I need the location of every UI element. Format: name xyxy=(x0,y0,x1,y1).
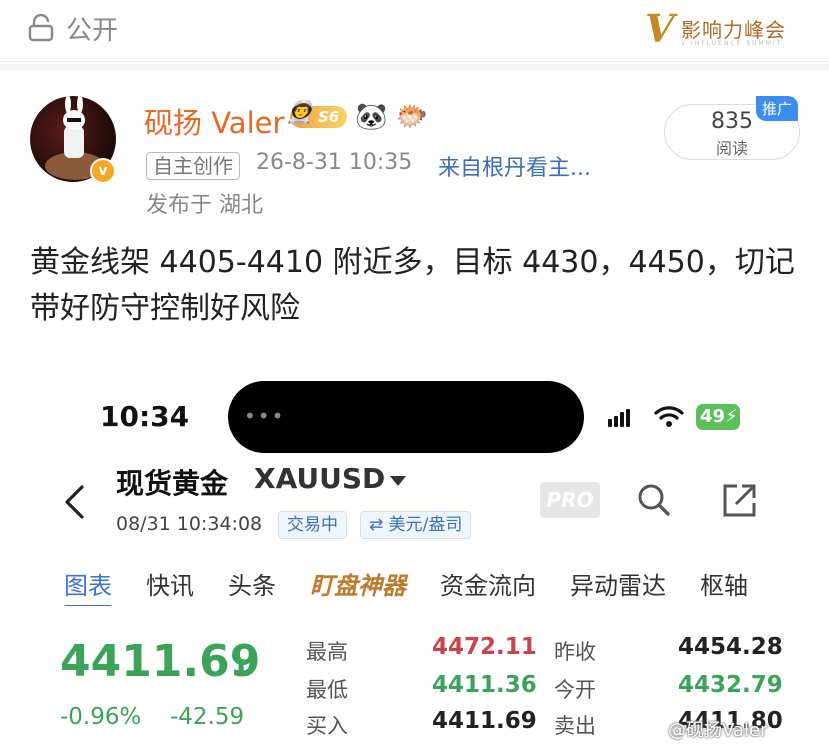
tab-flash-news[interactable]: 快讯 xyxy=(146,566,194,601)
back-arrow-icon[interactable] xyxy=(62,484,86,520)
pufferfish-icon[interactable]: 🐡 xyxy=(396,102,428,132)
chevron-down-icon[interactable] xyxy=(390,476,406,486)
search-icon[interactable] xyxy=(636,482,672,518)
user-badges: 👨‍🚀 S6 🐼 🐡 xyxy=(286,100,428,132)
influence-summit-logo: V 影响力峰会 V INFLUENCE SUMMIT xyxy=(645,6,786,51)
bid-value: 4411.69 xyxy=(432,708,537,734)
ask-label: 卖出 xyxy=(554,714,596,738)
tab-chart[interactable]: 图表 xyxy=(64,566,112,606)
post-text: 黄金线架 4405-4410 附近多，目标 4430，4450，切记带好防守控制… xyxy=(30,245,795,326)
down-arrow-icon: ⬇ xyxy=(232,656,251,681)
tab-fund-flow[interactable]: 资金流向 xyxy=(440,566,536,601)
high-label: 最高 xyxy=(306,640,348,664)
section-divider xyxy=(0,64,829,70)
wifi-icon xyxy=(654,406,684,427)
username[interactable]: 砚扬 Valer xyxy=(144,100,284,142)
current-price: 4411.69 xyxy=(60,636,261,687)
post-source: 来自根丹看主... xyxy=(438,150,591,182)
verified-badge-icon: v xyxy=(90,158,116,184)
tab-watch-tool[interactable]: 盯盘神器 xyxy=(310,566,406,601)
low-value: 4411.36 xyxy=(432,672,537,698)
prev-close-label: 昨收 xyxy=(554,640,596,664)
high-value: 4472.11 xyxy=(432,634,537,660)
share-icon[interactable] xyxy=(720,482,758,520)
prev-close-value: 4454.28 xyxy=(678,634,783,660)
symbol-code[interactable]: XAUUSD xyxy=(254,462,385,495)
open-value: 4432.79 xyxy=(678,672,783,698)
trading-status-badge: 交易中 xyxy=(278,511,347,539)
post-time: 26-8-31 10:35 xyxy=(256,150,413,175)
astronaut-icon: 👨‍🚀 xyxy=(286,100,314,125)
symbol-name: 现货黄金 xyxy=(116,467,229,500)
island-dots: ••• xyxy=(244,404,286,428)
tab-pivot[interactable]: 枢轴 xyxy=(700,566,748,601)
change-percent: -0.96% xyxy=(60,704,142,730)
low-label: 最低 xyxy=(306,678,348,702)
tab-radar[interactable]: 异动雷达 xyxy=(570,566,666,601)
lock-icon xyxy=(28,14,54,42)
watermark: @砚扬Valer xyxy=(668,720,768,741)
status-clock: 10:34 xyxy=(100,400,190,433)
via-source-link[interactable]: 根丹看主... xyxy=(482,156,591,181)
panda-icon[interactable]: 🐼 xyxy=(355,102,387,132)
signal-icon xyxy=(608,408,632,427)
visibility-label[interactable]: 公开 xyxy=(66,10,118,47)
tab-bar: 图表 快讯 头条 盯盘神器 资金流向 异动雷达 枢轴 xyxy=(64,566,804,606)
original-content-tag: 自主创作 xyxy=(146,152,240,180)
quote-time: 08/31 10:34:08 xyxy=(116,513,263,535)
open-label: 今开 xyxy=(554,678,596,702)
post-location: 发布于 湖北 xyxy=(146,193,263,218)
via-prefix: 来自 xyxy=(438,156,483,181)
promote-badge[interactable]: 推广 xyxy=(756,96,799,121)
bid-label: 买入 xyxy=(306,714,348,738)
tab-headlines[interactable]: 头条 xyxy=(228,566,276,601)
read-label: 阅读 xyxy=(715,139,748,158)
pro-button[interactable]: PRO xyxy=(540,482,600,518)
unit-toggle[interactable]: ⇄ 美元/盎司 xyxy=(360,511,472,539)
level-badge[interactable]: 👨‍🚀 S6 xyxy=(286,100,348,128)
change-absolute: -42.59 xyxy=(170,704,245,730)
battery-icon: 49⚡ xyxy=(696,404,740,430)
